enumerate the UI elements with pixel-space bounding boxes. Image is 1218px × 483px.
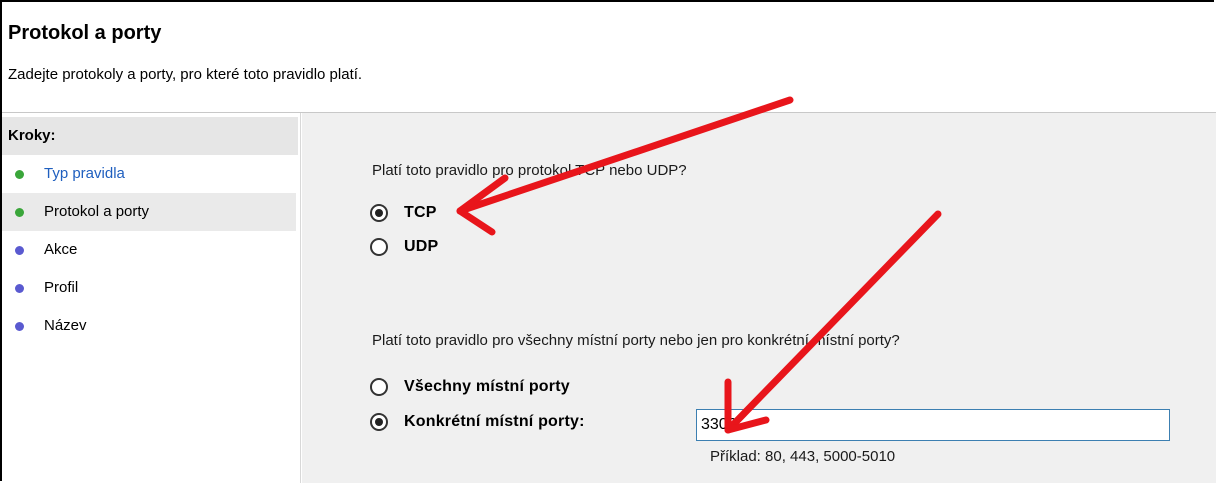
- step-label: Protokol a porty: [44, 203, 150, 220]
- step-pending-icon: [15, 322, 24, 331]
- radio-unchecked-icon: [370, 238, 388, 256]
- step-akce[interactable]: Akce: [2, 231, 296, 269]
- step-complete-icon: [15, 208, 24, 217]
- step-label: Akce: [44, 241, 78, 258]
- radio-unchecked-icon: [370, 378, 388, 396]
- wizard-header: Protokol a porty Zadejte protokoly a por…: [2, 2, 1216, 112]
- window-frame: Protokol a porty Zadejte protokoly a por…: [0, 0, 1216, 483]
- step-typ-pravidla[interactable]: Typ pravidla: [2, 155, 296, 193]
- radio-udp[interactable]: UDP: [370, 238, 438, 256]
- radio-checked-icon: [370, 413, 388, 431]
- radio-checked-icon: [370, 204, 388, 222]
- radio-specific-ports-label: Konkrétní místní porty:: [404, 413, 585, 430]
- step-protokol-a-porty[interactable]: Protokol a porty: [2, 193, 296, 231]
- protocol-question: Platí toto pravidlo pro protokol TCP neb…: [372, 162, 687, 179]
- step-profil[interactable]: Profil: [2, 269, 296, 307]
- sidebar-divider: [300, 113, 301, 483]
- ports-question: Platí toto pravidlo pro všechny místní p…: [372, 332, 900, 349]
- radio-all-ports[interactable]: Všechny místní porty: [370, 378, 570, 396]
- radio-specific-ports[interactable]: Konkrétní místní porty:: [370, 413, 585, 431]
- steps-sidebar: Kroky: Typ pravidla Protokol a porty Akc…: [2, 113, 298, 483]
- radio-udp-label: UDP: [404, 238, 439, 255]
- radio-all-ports-label: Všechny místní porty: [404, 378, 570, 395]
- page-title: Protokol a porty: [8, 22, 162, 44]
- radio-tcp-label: TCP: [404, 204, 437, 221]
- step-label: Název: [44, 317, 87, 334]
- local-ports-input[interactable]: [696, 409, 1170, 441]
- steps-heading: Kroky:: [2, 117, 298, 155]
- radio-tcp[interactable]: TCP: [370, 204, 437, 222]
- step-complete-icon: [15, 170, 24, 179]
- port-example-hint: Příklad: 80, 443, 5000-5010: [710, 448, 896, 465]
- step-nazev[interactable]: Název: [2, 307, 296, 345]
- step-pending-icon: [15, 284, 24, 293]
- page-subtitle: Zadejte protokoly a porty, pro které tot…: [8, 66, 363, 83]
- step-label: Profil: [44, 279, 79, 296]
- step-label: Typ pravidla: [44, 165, 125, 182]
- main-panel: Platí toto pravidlo pro protokol TCP neb…: [302, 113, 1216, 483]
- step-pending-icon: [15, 246, 24, 255]
